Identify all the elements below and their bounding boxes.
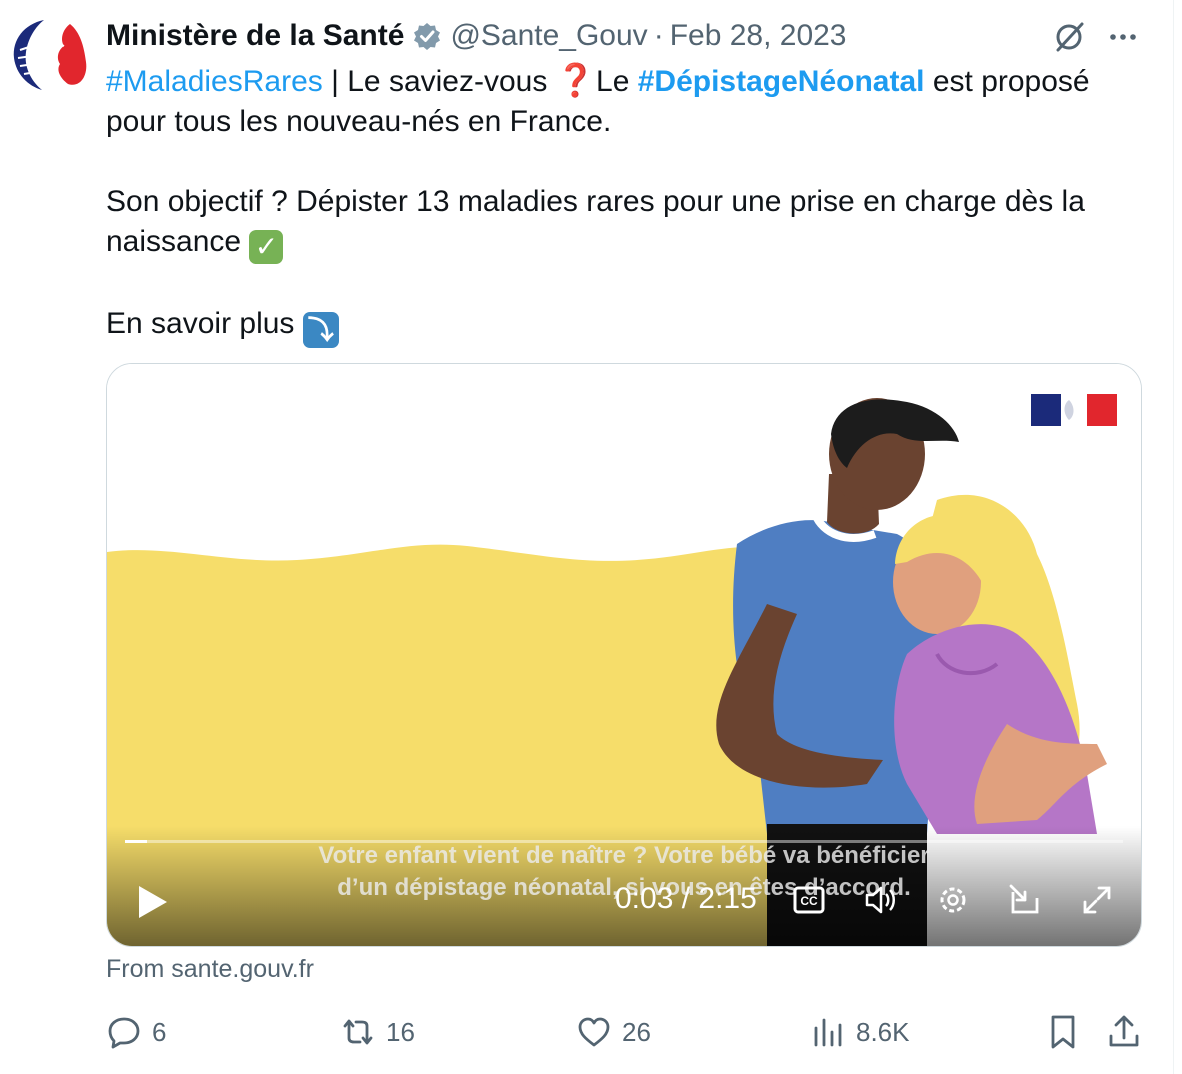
share-icon [1109, 1015, 1139, 1047]
duration: 2:15 [698, 882, 757, 915]
header-separator: · [653, 19, 664, 52]
avatar[interactable] [6, 14, 94, 94]
hashtag-maladies-rares[interactable]: #MaladiesRares [106, 65, 323, 98]
video-time: 0:03 / 2:15 [615, 882, 757, 916]
bookmark-button[interactable] [1045, 1012, 1081, 1052]
volume-icon[interactable] [863, 882, 899, 918]
link-source[interactable]: From sante.gouv.fr [106, 955, 314, 984]
bookmark-icon [1051, 1015, 1075, 1049]
current-time: 0:03 [615, 882, 674, 915]
cc-icon[interactable]: CC [791, 882, 827, 918]
grok-icon[interactable] [1052, 20, 1086, 54]
like-count: 26 [622, 1016, 651, 1047]
republique-francaise-logo [1031, 394, 1117, 426]
svg-text:CC: CC [800, 894, 818, 908]
reply-count: 6 [152, 1016, 167, 1047]
views-button[interactable]: 8.6K [810, 1012, 910, 1052]
like-icon [578, 1017, 610, 1047]
fullscreen-icon[interactable] [1079, 882, 1115, 918]
tweet-text: #MaladiesRares | Le saviez-vous ❓ Le #Dé… [106, 60, 1146, 348]
avatar-logo [13, 20, 87, 90]
more-icon[interactable] [1106, 22, 1140, 52]
timeline-border [1173, 0, 1174, 1074]
check-mark-emoji: ✓ [249, 230, 284, 264]
views-icon [814, 1018, 842, 1047]
tweet-text-segment: | Le saviez-vous [322, 65, 556, 98]
tweet-text-segment: Le [587, 65, 638, 98]
author-handle[interactable]: @Sante_Gouv [450, 19, 647, 53]
views-count: 8.6K [856, 1016, 910, 1047]
reply-icon [108, 1017, 140, 1049]
tweet-paragraph-3: En savoir plus ⤵ [106, 304, 1146, 348]
settings-icon[interactable] [935, 882, 971, 918]
tweet-date[interactable]: Feb 28, 2023 [670, 19, 847, 53]
share-button[interactable] [1106, 1012, 1142, 1052]
repost-icon [343, 1019, 373, 1045]
play-icon[interactable] [135, 882, 171, 922]
author-name[interactable]: Ministère de la Santé [106, 19, 404, 53]
hashtag-depistage-neonatal[interactable]: #DépistageNéonatal [638, 65, 925, 98]
tweet-paragraph-2: Son objectif ? Dépister 13 maladies rare… [106, 182, 1146, 264]
repost-count: 16 [386, 1016, 415, 1047]
tweet-paragraph-1: #MaladiesRares | Le saviez-vous ❓ Le #Dé… [106, 60, 1146, 142]
arrow-down-emoji: ⤵ [302, 312, 339, 348]
tweet-text-segment: En savoir plus [106, 307, 303, 340]
popout-icon[interactable] [1007, 882, 1043, 918]
time-separator: / [673, 882, 699, 915]
like-button[interactable]: 26 [576, 1012, 651, 1052]
question-mark-emoji: ❓ [555, 62, 596, 98]
video-player[interactable]: Votre enfant vient de naître ? Votre béb… [106, 363, 1142, 947]
reply-button[interactable]: 6 [106, 1012, 166, 1052]
tweet-header: Ministère de la Santé @Sante_Gouv · Feb … [106, 16, 847, 56]
repost-button[interactable]: 16 [340, 1012, 415, 1052]
subtitle-line: Votre enfant vient de naître ? Votre béb… [318, 842, 930, 869]
verified-badge-icon [412, 21, 442, 51]
